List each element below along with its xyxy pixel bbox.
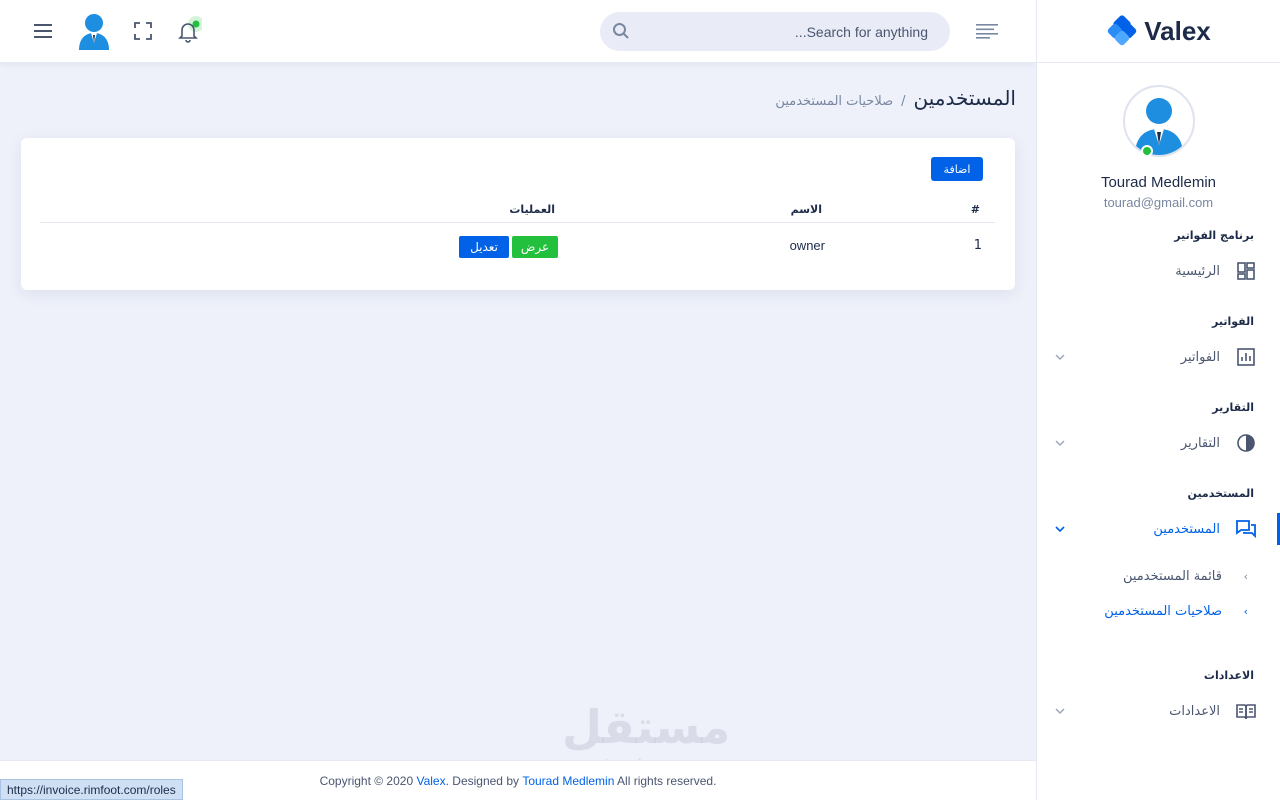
sidebar-category-invoices: الفواتير	[1212, 315, 1254, 328]
sidebar-subitem-users-list[interactable]: › قائمة المستخدمين	[1036, 564, 1280, 588]
sidebar: Valex Tourad Medlemin tourad@gmail.com ب…	[1036, 0, 1280, 800]
sidebar-item-label: المستخدمين	[1153, 521, 1220, 537]
search-bar	[600, 12, 950, 51]
profile-email: tourad@gmail.com	[1103, 195, 1214, 210]
sidebar-item-reports[interactable]: التقارير	[1036, 428, 1280, 458]
pie-chart-icon	[1236, 433, 1256, 453]
dashboard-icon	[1236, 261, 1256, 281]
footer-author-link[interactable]: Tourad Medlemin	[522, 774, 614, 788]
bar-chart-icon	[1236, 347, 1256, 367]
column-header-actions: العمليات	[509, 203, 555, 216]
edit-button[interactable]: تعديل	[459, 236, 509, 258]
footer-rights: All rights reserved.	[614, 773, 717, 788]
valex-logo-icon	[1107, 15, 1137, 46]
logo-text: Valex	[1144, 15, 1211, 46]
bell-icon[interactable]	[174, 16, 204, 46]
user-avatar[interactable]	[76, 12, 112, 50]
chevron-down-icon	[1050, 526, 1070, 532]
sidebar-toggle-icon[interactable]	[972, 16, 1002, 46]
status-bar-url: https://invoice.rimfoot.com/roles	[0, 779, 183, 800]
sidebar-category-settings: الاعدادات	[1203, 669, 1254, 682]
sidebar-item-home[interactable]: الرئيسية	[1036, 256, 1280, 286]
column-header-name: الاسم	[790, 203, 822, 216]
book-icon	[1236, 701, 1256, 721]
sidebar-category-users: المستخدمين	[1187, 487, 1254, 500]
footer-designed-by: . Designed by	[445, 773, 523, 788]
table-row: 1 owner عرض تعديل	[40, 223, 995, 269]
sidebar-item-label: التقارير	[1180, 435, 1220, 451]
chevron-left-icon: ›	[1243, 604, 1248, 618]
view-button[interactable]: عرض	[512, 236, 558, 258]
sidebar-category-reports: التقارير	[1212, 401, 1254, 414]
sidebar-category-main: برنامج الفواتير	[1174, 229, 1254, 242]
sidebar-profile: Tourad Medlemin tourad@gmail.com	[1037, 63, 1280, 210]
fullscreen-icon[interactable]	[128, 16, 158, 46]
sidebar-item-label: الرئيسية	[1175, 263, 1220, 279]
sidebar-item-invoices[interactable]: الفواتير	[1036, 342, 1280, 372]
roles-card: اضافة # الاسم العمليات 1 owner عرض تعديل	[21, 138, 1015, 290]
breadcrumb: المستخدمين / صلاحيات المستخدمين	[775, 86, 1016, 110]
row-number: 1	[973, 238, 982, 253]
column-header-number: #	[970, 203, 980, 216]
breadcrumb-separator: /	[901, 94, 906, 109]
chat-icon	[1236, 519, 1256, 539]
chevron-left-icon: ›	[1243, 569, 1248, 583]
row-name: owner	[789, 238, 825, 253]
chevron-down-icon	[1050, 440, 1070, 446]
sidebar-subitem-label: صلاحيات المستخدمين	[1104, 603, 1222, 619]
chevron-down-icon	[1050, 708, 1070, 714]
footer-brand-link[interactable]: Valex	[416, 774, 445, 788]
sidebar-item-settings[interactable]: الاعدادات	[1036, 696, 1280, 726]
watermark-logo: مستقل	[562, 700, 731, 754]
menu-icon[interactable]	[28, 16, 58, 46]
breadcrumb-current: صلاحيات المستخدمين	[775, 94, 894, 109]
add-role-button[interactable]: اضافة	[931, 157, 983, 181]
sidebar-subitem-users-roles[interactable]: › صلاحيات المستخدمين	[1036, 599, 1280, 623]
profile-name: Tourad Medlemin	[1100, 174, 1217, 191]
sidebar-item-label: الفواتير	[1180, 349, 1220, 365]
chevron-down-icon	[1050, 354, 1070, 360]
table-header: # الاسم العمليات	[40, 198, 995, 223]
footer-copyright: Copyright © 2020	[319, 773, 417, 788]
top-header	[0, 0, 1036, 63]
logo[interactable]: Valex	[1037, 0, 1280, 63]
profile-avatar[interactable]	[1122, 85, 1195, 157]
sidebar-subitem-label: قائمة المستخدمين	[1122, 568, 1222, 584]
search-icon[interactable]	[612, 22, 630, 44]
sidebar-item-label: الاعدادات	[1169, 703, 1220, 719]
sidebar-item-users[interactable]: المستخدمين	[1036, 514, 1280, 544]
online-status-dot	[1140, 145, 1153, 157]
page-title: المستخدمين	[913, 86, 1016, 110]
roles-table: # الاسم العمليات 1 owner عرض تعديل	[40, 198, 995, 269]
search-input[interactable]	[600, 12, 950, 51]
